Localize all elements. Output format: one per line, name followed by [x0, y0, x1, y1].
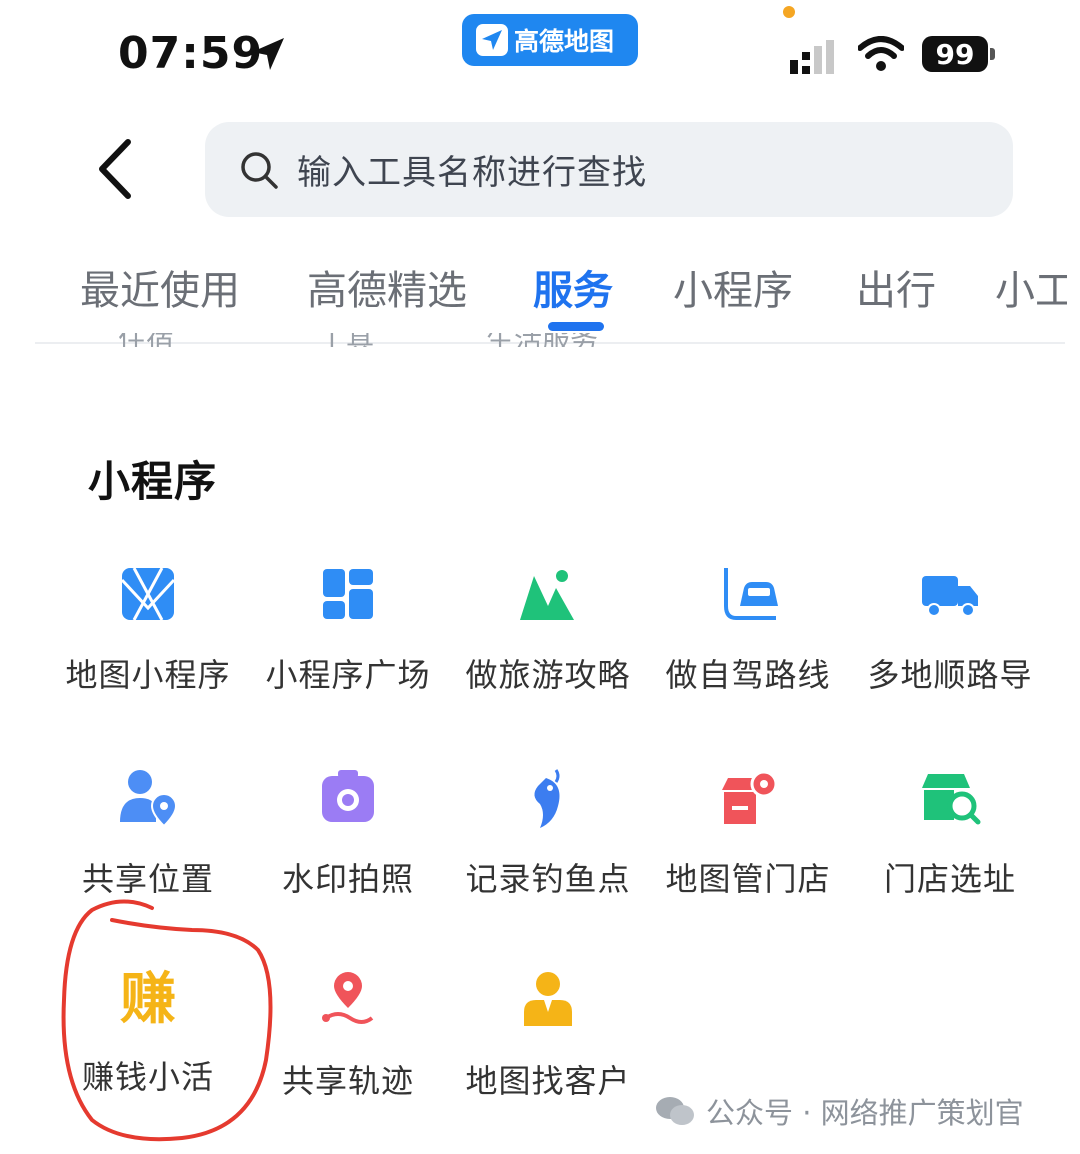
grid-item-map-miniprogram[interactable]: 地图小程序 [48, 562, 248, 696]
back-button[interactable] [88, 134, 148, 204]
grid-item-label: 小程序广场 [265, 656, 431, 694]
watermark-text: 公众号 · 网络推广策划官 [706, 1096, 1024, 1130]
amap-badge-label: 高德地图 [514, 27, 615, 56]
self-drive-route-icon [724, 568, 778, 620]
tab-amap-picks[interactable]: 高德精选 [307, 258, 467, 316]
tab-recent[interactable]: 最近使用 [80, 258, 240, 316]
search-icon [241, 151, 278, 189]
grid-item-multi-stop[interactable]: 多地顺路导 [850, 562, 1050, 696]
wechat-watermark: 公众号 · 网络推广策划官 [654, 1090, 1024, 1132]
grid-item-label: 记录钓鱼点 [465, 860, 631, 898]
store-location-icon [922, 774, 981, 825]
battery-cap [990, 48, 995, 60]
grid-item-share-location[interactable]: 共享位置 [48, 766, 248, 900]
grid-item-miniprogram-square[interactable]: 小程序广场 [248, 562, 448, 696]
amap-logo-icon [476, 24, 508, 56]
active-tab-indicator [548, 322, 604, 331]
grid-item-travel-guide[interactable]: 做旅游攻略 [448, 562, 648, 696]
hidden-label-life-services: 生活服务 [486, 333, 598, 347]
grid-item-label: 做旅游攻略 [465, 656, 631, 694]
travel-guide-icon [520, 570, 574, 620]
fishing-spot-icon [534, 769, 560, 828]
amap-app-badge[interactable]: 高德地图 [462, 14, 638, 66]
section-title: 小程序 [88, 457, 218, 506]
hidden-label-lodging: 住宿 [118, 333, 174, 347]
grid-item-label: 地图找客户 [465, 1062, 631, 1100]
grid-item-label: 门店选址 [883, 860, 1016, 898]
wechat-icon [656, 1097, 694, 1125]
grid-item-store-location[interactable]: 门店选址 [850, 766, 1050, 900]
privacy-indicator-dot [783, 6, 795, 18]
grid-item-fishing-spot[interactable]: 记录钓鱼点 [448, 766, 648, 900]
share-location-icon [120, 770, 178, 828]
status-time: 07:59 [118, 28, 264, 79]
hidden-label-tools: 工具 [318, 333, 374, 347]
find-customer-icon [524, 972, 572, 1026]
grid-item-self-drive-route[interactable]: 做自驾路线 [648, 562, 848, 696]
miniprogram-square-icon [323, 569, 373, 619]
store-manage-icon [722, 770, 778, 824]
search-placeholder: 输入工具名称进行查找 [297, 153, 647, 193]
grid-item-label: 多地顺路导 [867, 656, 1033, 694]
grid-item-watermark-camera[interactable]: 水印拍照 [248, 766, 448, 900]
watermark-camera-icon [322, 770, 374, 822]
grid-item-store-manage[interactable]: 地图管门店 [648, 766, 848, 900]
multi-stop-truck-icon [922, 576, 978, 617]
location-arrow-icon [252, 38, 284, 70]
cellular-signal-icon [790, 40, 834, 74]
search-input[interactable]: 输入工具名称进行查找 [205, 122, 1013, 217]
grid-item-label: 地图管门店 [665, 860, 831, 898]
tab-miniprograms[interactable]: 小程序 [673, 258, 793, 316]
grid-item-label: 做自驾路线 [665, 656, 831, 694]
grid-item-label: 地图小程序 [65, 656, 231, 694]
share-track-icon [322, 972, 374, 1024]
tab-services[interactable]: 服务 [533, 258, 613, 316]
tab-travel[interactable]: 出行 [856, 258, 936, 316]
battery-indicator: 99 [922, 36, 988, 72]
tab-tools[interactable]: 小工 [995, 258, 1067, 316]
map-miniprogram-icon [120, 567, 176, 621]
grid-item-find-customer[interactable]: 地图找客户 [448, 968, 648, 1102]
red-highlight-circle [61, 899, 273, 1142]
wifi-icon [858, 36, 904, 71]
